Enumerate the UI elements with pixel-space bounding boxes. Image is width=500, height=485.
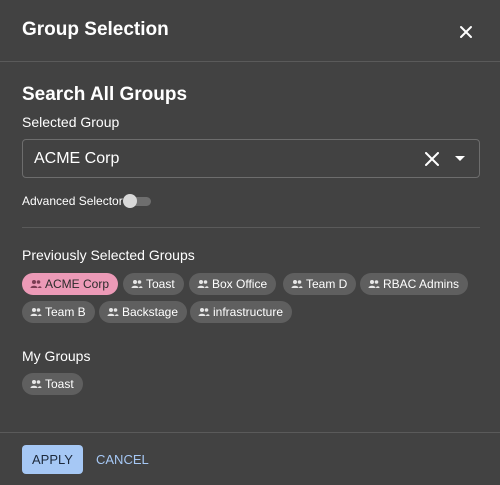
dialog-header: Group Selection [0, 0, 500, 62]
chip-label: Toast [45, 377, 74, 391]
chip-label: infrastructure [213, 305, 284, 319]
search-heading: Search All Groups [22, 84, 188, 105]
group-icon [107, 308, 119, 316]
chip-label: Toast [146, 277, 175, 291]
toggle-thumb [123, 194, 137, 208]
selected-group-label: Selected Group [22, 114, 120, 130]
selected-group-value: ACME Corp [34, 150, 120, 167]
chip-backstage[interactable]: Backstage [99, 301, 188, 323]
group-icon [30, 308, 42, 316]
chip-infrastructure[interactable]: infrastructure [190, 301, 293, 323]
chevron-down-icon[interactable] [455, 156, 465, 161]
cancel-button[interactable]: CANCEL [96, 452, 149, 467]
group-icon [291, 280, 303, 288]
chip-label: ACME Corp [45, 277, 110, 291]
dialog-title: Group Selection [22, 19, 169, 40]
footer-divider [0, 432, 500, 433]
divider [22, 227, 480, 228]
chip-label: RBAC Admins [383, 277, 460, 291]
chip-team-b[interactable]: Team B [22, 301, 95, 323]
apply-button[interactable]: APPLY [22, 445, 83, 474]
group-icon [198, 308, 210, 316]
my-groups-label: My Groups [22, 348, 91, 364]
chip-label: Team B [45, 305, 86, 319]
chip-team-d[interactable]: Team D [283, 273, 357, 295]
chip-box-office[interactable]: Box Office [189, 273, 277, 295]
group-icon [30, 280, 42, 288]
chip-rbac-admins[interactable]: RBAC Admins [360, 273, 469, 295]
group-select[interactable]: ACME Corp [22, 139, 480, 178]
chip-toast[interactable]: Toast [123, 273, 184, 295]
advanced-selector-toggle[interactable] [123, 194, 151, 208]
close-icon[interactable] [456, 22, 476, 42]
chip-acme-corp[interactable]: ACME Corp [22, 273, 119, 295]
previously-selected-label: Previously Selected Groups [22, 247, 195, 263]
chip-label: Team D [306, 277, 348, 291]
chip-label: Backstage [122, 305, 179, 319]
chip-my-toast[interactable]: Toast [22, 373, 83, 395]
group-icon [131, 280, 143, 288]
chip-label: Box Office [212, 277, 268, 291]
advanced-selector-label: Advanced Selector [22, 194, 123, 208]
group-icon [30, 380, 42, 388]
group-icon [197, 280, 209, 288]
group-icon [368, 280, 380, 288]
clear-icon[interactable] [425, 152, 439, 166]
